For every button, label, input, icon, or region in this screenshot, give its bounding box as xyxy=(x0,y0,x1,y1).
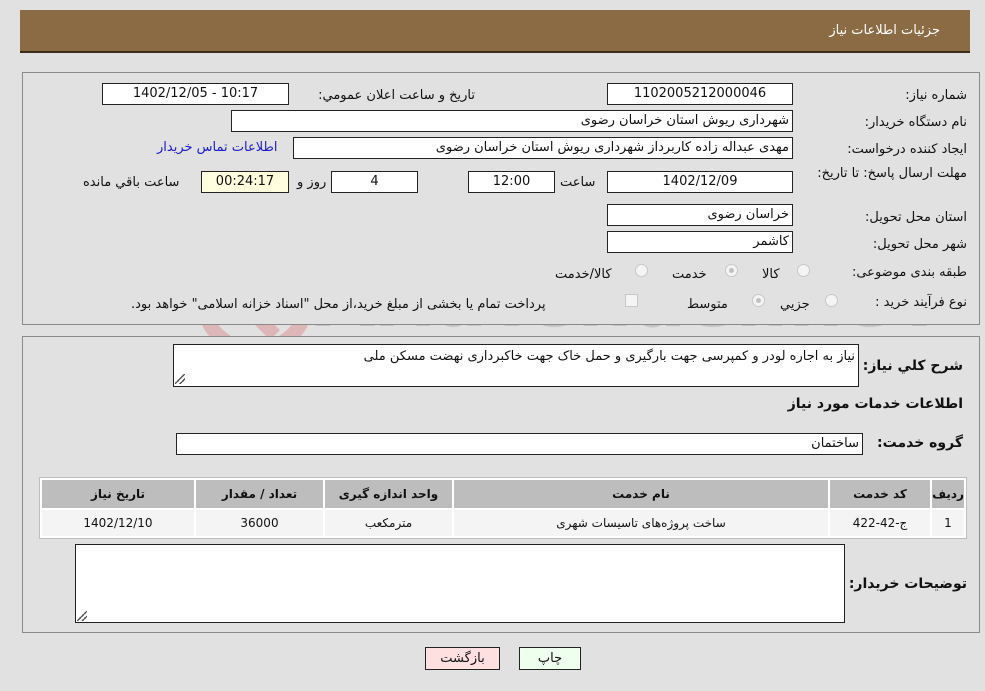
table-header-row: ردیف کد خدمت نام خدمت واحد اندازه گیری ت… xyxy=(42,480,964,508)
days-label: روز و xyxy=(297,175,327,190)
purchase-type-label: نوع فرآیند خرید : xyxy=(875,295,967,310)
city-label: شهر محل تحویل: xyxy=(872,237,967,252)
cell-service-code: ج-42-422 xyxy=(830,510,930,536)
announce-datetime-field: 1402/12/05 - 10:17 xyxy=(102,83,289,105)
days-remaining-field: 4 xyxy=(331,171,418,193)
cell-need-date: 1402/12/10 xyxy=(42,510,194,536)
purchase-option-minor: جزيي xyxy=(780,297,810,312)
print-button[interactable]: چاپ xyxy=(519,647,581,670)
deadline-time-field: 12:00 xyxy=(468,171,555,193)
services-table: ردیف کد خدمت نام خدمت واحد اندازه گیری ت… xyxy=(39,477,967,539)
services-section-title: اطلاعات خدمات مورد نیاز xyxy=(787,396,963,412)
province-label: استان محل تحویل: xyxy=(865,210,967,225)
description-textarea[interactable]: نیاز به اجاره لودر و کمپرسی جهت بارگیری … xyxy=(173,344,859,387)
treasury-checkbox-label: پرداخت تمام یا بخشی از مبلغ خرید،از محل … xyxy=(131,297,546,312)
buyer-notes-label: توضیحات خریدار: xyxy=(848,576,967,592)
description-resize-grip[interactable] xyxy=(175,374,185,384)
deadline-time-label: ساعت xyxy=(560,175,596,190)
requester-field: مهدی عبداله زاده کاربرداز شهرداری ریوش ا… xyxy=(293,137,793,159)
category-label: طبقه بندی موضوعی: xyxy=(851,265,967,280)
need-number-label: شماره نیاز: xyxy=(905,88,967,103)
need-number-field: 1102005212000046 xyxy=(607,83,793,105)
province-field: خراسان رضوی xyxy=(607,204,793,226)
col-header-unit: واحد اندازه گیری xyxy=(325,480,452,508)
cell-row-number: 1 xyxy=(932,510,964,536)
page-header: جزئیات اطلاعات نیاز xyxy=(20,10,970,53)
category-option-service: خدمت xyxy=(672,267,707,282)
buyer-contact-link[interactable]: اطلاعات تماس خریدار xyxy=(157,140,277,155)
col-header-need-date: تاریخ نیاز xyxy=(42,480,194,508)
description-label: شرح كلي نياز: xyxy=(862,358,963,374)
col-header-service-code: کد خدمت xyxy=(830,480,930,508)
cell-unit: مترمکعب xyxy=(325,510,452,536)
time-remaining-field: 00:24:17 xyxy=(201,171,289,193)
buyer-notes-textarea[interactable] xyxy=(75,544,845,623)
cell-service-name: ساخت پروژه‌های تاسیسات شهری xyxy=(454,510,828,536)
requester-label: ایجاد کننده درخواست: xyxy=(847,142,967,157)
buyer-org-field: شهرداری ریوش استان خراسان رضوی xyxy=(231,110,793,132)
category-radio-goods[interactable] xyxy=(797,264,810,277)
cell-quantity: 36000 xyxy=(196,510,323,536)
treasury-checkbox[interactable] xyxy=(625,294,638,307)
deadline-date-field: 1402/12/09 xyxy=(607,171,793,193)
purchase-option-medium: متوسط xyxy=(687,297,728,312)
col-header-quantity: تعداد / مقدار xyxy=(196,480,323,508)
service-group-label: گروه خدمت: xyxy=(877,435,963,451)
service-group-field: ساختمان xyxy=(176,433,863,455)
page-title: جزئیات اطلاعات نیاز xyxy=(829,23,940,38)
purchase-radio-medium[interactable] xyxy=(752,294,765,307)
category-option-goods-service: کالا/خدمت xyxy=(555,267,612,282)
back-button[interactable]: بازگشت xyxy=(425,647,500,670)
purchase-radio-minor[interactable] xyxy=(825,294,838,307)
table-row: 1 ج-42-422 ساخت پروژه‌های تاسیسات شهری م… xyxy=(42,510,964,536)
buyer-org-label: نام دستگاه خریدار: xyxy=(864,115,967,130)
category-radio-service[interactable] xyxy=(725,264,738,277)
city-field: کاشمر xyxy=(607,231,793,253)
announce-datetime-label: تاریخ و ساعت اعلان عمومي: xyxy=(318,88,475,103)
category-option-goods: کالا xyxy=(762,267,780,282)
col-header-row-number: ردیف xyxy=(932,480,964,508)
remaining-label: ساعت باقي مانده xyxy=(83,175,180,190)
col-header-service-name: نام خدمت xyxy=(454,480,828,508)
deadline-label: مهلت ارسال پاسخ: تا تاریخ: xyxy=(817,166,967,181)
buyer-notes-resize-grip[interactable] xyxy=(77,611,87,621)
category-radio-goods-service[interactable] xyxy=(635,264,648,277)
